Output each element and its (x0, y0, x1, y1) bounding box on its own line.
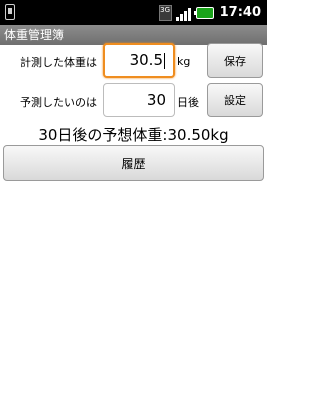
set-button[interactable]: 設定 (207, 83, 263, 117)
weight-unit: kg (177, 55, 191, 68)
days-input-value: 30 (146, 91, 166, 109)
app-title: 体重管理簿 (0, 25, 267, 45)
days-label: 予測したいのは (20, 96, 97, 109)
days-unit: 日後 (177, 96, 199, 109)
battery-icon (193, 6, 214, 19)
weight-label: 計測した体重は (20, 56, 97, 69)
prediction-result: 30日後の予想体重:30.50kg (38, 126, 229, 144)
weight-input[interactable]: 30.5 (103, 43, 175, 78)
network-type-icon: 3G (158, 4, 172, 21)
status-bar: 3G 17:40 (0, 0, 267, 25)
sd-card-icon (5, 4, 15, 20)
status-clock: 17:40 (219, 5, 261, 20)
status-icons: 3G 17:40 (158, 0, 261, 25)
history-button[interactable]: 履歴 (3, 145, 264, 181)
save-button[interactable]: 保存 (207, 43, 263, 78)
signal-strength-icon (175, 5, 192, 21)
text-caret (164, 52, 165, 69)
days-input[interactable]: 30 (103, 83, 175, 117)
weight-input-value: 30.5 (129, 51, 163, 69)
